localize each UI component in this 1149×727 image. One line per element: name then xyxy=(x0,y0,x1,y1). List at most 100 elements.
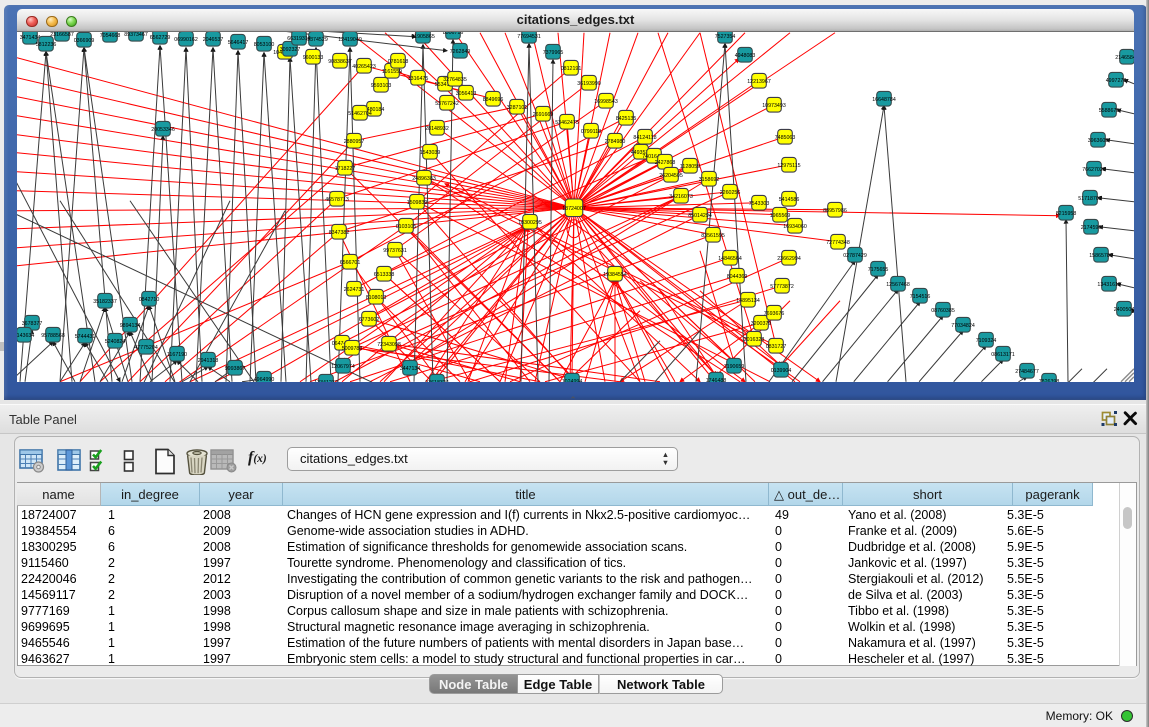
svg-text:35182337: 35182337 xyxy=(93,298,117,304)
svg-text:84124118: 84124118 xyxy=(633,134,656,140)
svg-text:5009788: 5009788 xyxy=(342,345,363,351)
svg-text:13341232: 13341232 xyxy=(314,379,338,381)
svg-text:46578713: 46578713 xyxy=(325,196,349,202)
svg-text:0812191: 0812191 xyxy=(561,65,582,71)
svg-text:19384554: 19384554 xyxy=(603,271,627,277)
svg-text:24896383: 24896383 xyxy=(412,175,436,181)
svg-text:6566701: 6566701 xyxy=(340,259,361,265)
svg-text:10973493: 10973493 xyxy=(762,102,786,108)
svg-text:8053100: 8053100 xyxy=(254,41,275,47)
svg-text:12067974: 12067974 xyxy=(331,363,355,369)
svg-text:66319314: 66319314 xyxy=(287,35,311,41)
svg-text:1128059: 1128059 xyxy=(680,163,700,169)
svg-text:7826398: 7826398 xyxy=(1039,378,1060,381)
svg-text:14895134: 14895134 xyxy=(736,297,760,303)
svg-text:99737631: 99737631 xyxy=(383,247,407,253)
svg-text:3471434: 3471434 xyxy=(20,34,41,40)
svg-text:2260256: 2260256 xyxy=(720,189,741,195)
svg-text:53462475: 53462475 xyxy=(555,119,579,125)
svg-text:5414586: 5414586 xyxy=(779,196,800,202)
svg-text:4997278: 4997278 xyxy=(1106,77,1127,83)
svg-text:36193990: 36193990 xyxy=(577,80,601,86)
svg-text:0781618: 0781618 xyxy=(388,58,409,64)
svg-text:8506716: 8506716 xyxy=(443,32,464,36)
svg-text:5812236: 5812236 xyxy=(36,41,57,47)
svg-text:7693676: 7693676 xyxy=(764,310,785,316)
svg-text:12567468: 12567468 xyxy=(886,281,910,287)
svg-text:8425135: 8425135 xyxy=(616,115,637,121)
svg-text:0366909: 0366909 xyxy=(74,37,95,43)
svg-text:0799118: 0799118 xyxy=(581,128,601,134)
svg-text:7379965: 7379965 xyxy=(543,49,564,55)
svg-text:08613171: 08613171 xyxy=(991,351,1015,357)
svg-text:0139904: 0139904 xyxy=(771,367,792,373)
svg-text:7175655: 7175655 xyxy=(868,266,889,272)
svg-text:2174596: 2174596 xyxy=(1081,224,1102,230)
svg-text:88957986: 88957986 xyxy=(823,207,847,213)
svg-text:6513338: 6513338 xyxy=(374,271,395,277)
svg-text:1167190: 1167190 xyxy=(167,351,187,357)
svg-text:2624731: 2624731 xyxy=(344,286,365,292)
svg-text:18300295: 18300295 xyxy=(518,219,542,225)
svg-text:0831727: 0831727 xyxy=(766,343,787,349)
svg-text:93618324: 93618324 xyxy=(425,379,449,381)
svg-text:3963605: 3963605 xyxy=(1088,137,1109,143)
svg-text:1746488: 1746488 xyxy=(706,377,727,381)
svg-text:1509839: 1509839 xyxy=(407,199,428,205)
svg-text:3447134: 3447134 xyxy=(400,365,421,371)
svg-text:40265423: 40265423 xyxy=(352,63,376,69)
svg-text:77034824: 77034824 xyxy=(951,322,975,328)
svg-text:77694531: 77694531 xyxy=(517,33,541,39)
svg-text:8108013: 8108013 xyxy=(366,294,387,300)
svg-text:2691669: 2691669 xyxy=(533,111,554,117)
svg-text:28148932: 28148932 xyxy=(425,125,449,131)
svg-text:3056413: 3056413 xyxy=(456,90,477,96)
svg-text:12975115: 12975115 xyxy=(777,162,800,168)
svg-text:3092327: 3092327 xyxy=(280,46,301,52)
svg-text:1316475: 1316475 xyxy=(408,75,429,81)
svg-text:90838637: 90838637 xyxy=(328,58,352,64)
svg-text:18724007: 18724007 xyxy=(562,205,586,211)
svg-text:5588675: 5588675 xyxy=(1099,107,1120,113)
svg-text:89373467: 89373467 xyxy=(124,32,148,38)
svg-text:16648784: 16648784 xyxy=(872,96,896,102)
svg-text:6773602: 6773602 xyxy=(359,316,380,322)
svg-text:4964990: 4964990 xyxy=(254,376,275,381)
svg-text:08760385: 08760385 xyxy=(931,307,955,313)
svg-text:7262849: 7262849 xyxy=(450,48,471,54)
svg-text:3287101: 3287101 xyxy=(507,104,528,110)
svg-text:8347382: 8347382 xyxy=(329,229,350,235)
svg-text:8849696: 8849696 xyxy=(483,96,504,102)
svg-text:9993867: 9993867 xyxy=(225,365,246,371)
svg-text:2016328: 2016328 xyxy=(744,336,765,342)
svg-text:57773872: 57773872 xyxy=(770,283,794,289)
svg-text:51718702: 51718702 xyxy=(1078,195,1102,201)
svg-text:9600133: 9600133 xyxy=(303,54,324,60)
svg-text:7543303: 7543303 xyxy=(749,200,770,206)
svg-text:27484677: 27484677 xyxy=(1015,368,1039,374)
svg-text:16934060: 16934060 xyxy=(783,223,807,229)
svg-text:9894134: 9894134 xyxy=(120,322,141,328)
svg-text:4948083: 4948083 xyxy=(735,52,756,58)
svg-text:23166587: 23166587 xyxy=(50,32,74,38)
svg-text:23662994: 23662994 xyxy=(777,255,801,261)
svg-text:1543039: 1543039 xyxy=(420,149,441,155)
svg-text:85014294: 85014294 xyxy=(688,212,712,218)
svg-text:02787429: 02787429 xyxy=(843,252,867,258)
svg-text:20053346: 20053346 xyxy=(151,126,175,132)
svg-text:7190659: 7190659 xyxy=(724,363,745,369)
svg-text:1965569: 1965569 xyxy=(770,212,791,218)
svg-text:06990162: 06990162 xyxy=(174,36,198,42)
svg-text:1161559: 1161559 xyxy=(382,68,402,74)
svg-text:2427868: 2427868 xyxy=(655,159,676,165)
svg-text:15865780: 15865780 xyxy=(1089,252,1113,258)
svg-text:16998543: 16998543 xyxy=(594,98,618,104)
svg-text:47775204: 47775204 xyxy=(134,344,158,350)
svg-text:51462704: 51462704 xyxy=(348,110,372,116)
svg-text:13431611: 13431611 xyxy=(1097,281,1120,287)
svg-text:2046537: 2046537 xyxy=(203,36,224,42)
svg-text:72343098: 72343098 xyxy=(377,341,401,347)
svg-text:26204505: 26204505 xyxy=(659,172,683,178)
svg-text:0143634: 0143634 xyxy=(17,332,34,338)
svg-text:9593103: 9593103 xyxy=(371,82,392,88)
